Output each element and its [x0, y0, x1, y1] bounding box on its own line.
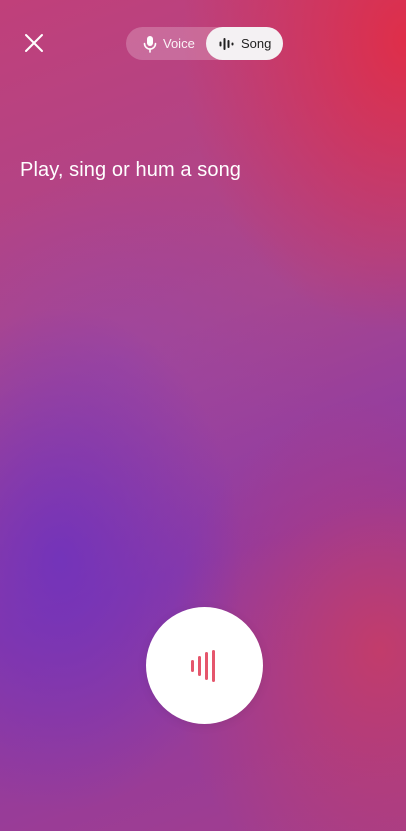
- sound-bars-icon: [190, 649, 215, 682]
- voice-mode-label: Voice: [163, 36, 195, 51]
- listen-button[interactable]: [146, 607, 263, 724]
- song-mode-button[interactable]: Song: [206, 27, 283, 60]
- mode-toggle: Voice Song: [126, 27, 283, 60]
- microphone-icon: [143, 35, 157, 53]
- waveform-icon: [219, 37, 234, 50]
- close-icon: [25, 34, 43, 52]
- song-mode-label: Song: [241, 36, 272, 51]
- song-search-prompt: Play, sing or hum a song: [20, 159, 242, 181]
- close-button[interactable]: [20, 29, 48, 57]
- voice-mode-button[interactable]: Voice: [126, 27, 206, 60]
